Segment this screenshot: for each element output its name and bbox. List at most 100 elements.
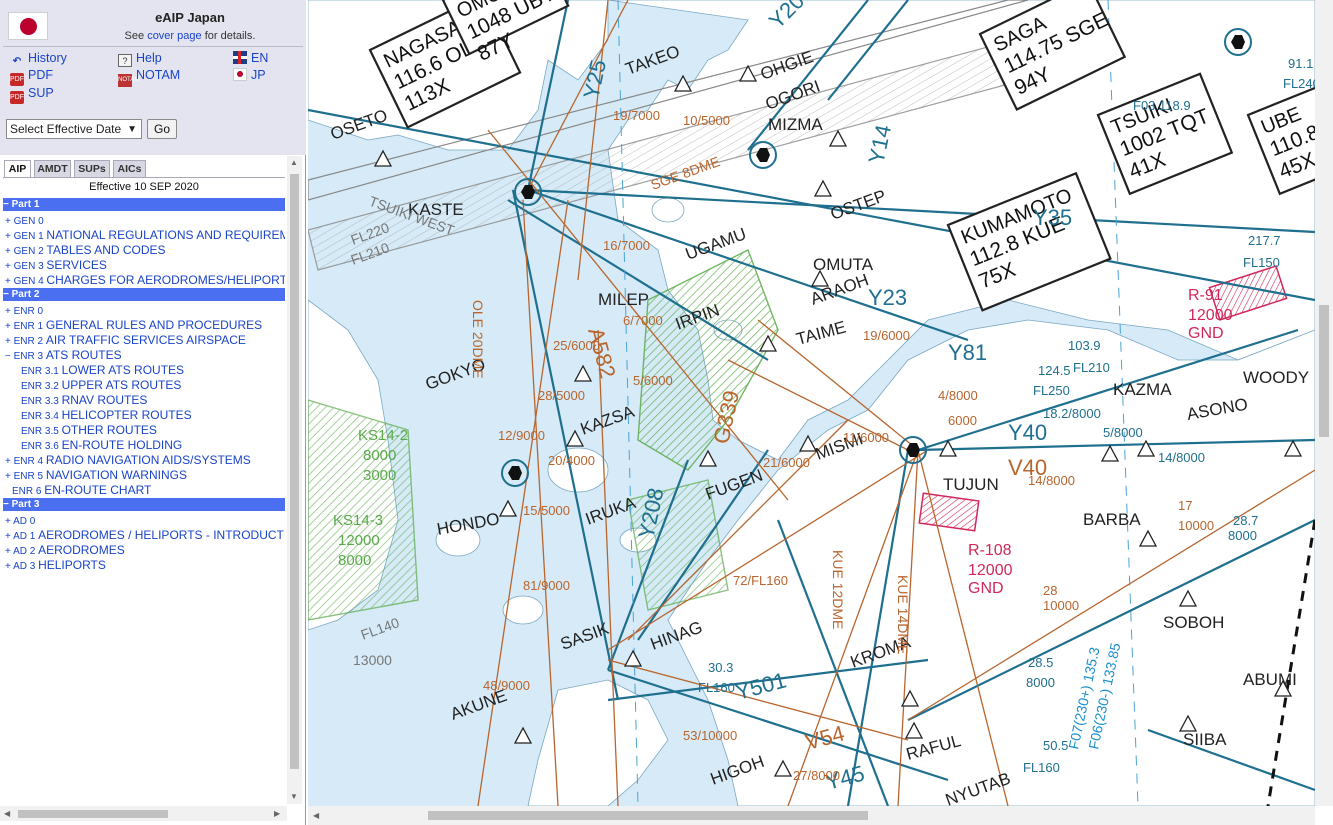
scroll-thumb[interactable]	[428, 811, 868, 820]
sidebar-vertical-scrollbar[interactable]: ▲ ▼	[287, 156, 302, 804]
tab-sups[interactable]: SUPs	[74, 160, 110, 177]
route-label-blue: 8000	[1228, 528, 1257, 543]
toc-item[interactable]: + GEN 0	[3, 213, 285, 228]
toc-item[interactable]: + AD 0	[3, 513, 285, 528]
military-alt: 12000	[338, 532, 380, 549]
notam-link[interactable]: NOTAMNOTAM	[118, 67, 180, 87]
english-link[interactable]: EN	[233, 50, 268, 66]
toc-item[interactable]: + ENR 1 GENERAL RULES AND PROCEDURES	[3, 318, 285, 333]
toc-item-label: NATIONAL REGULATIONS AND REQUIREMENTS	[46, 228, 285, 242]
toc-item[interactable]: ENR 3.6 EN-ROUTE HOLDING	[3, 438, 285, 453]
toc-item[interactable]: + ENR 4 RADIO NAVIGATION AIDS/SYSTEMS	[3, 453, 285, 468]
help-link[interactable]: ? Help	[118, 50, 162, 67]
toc-item-label: CHARGES FOR AERODROMES/HELIPORTS	[46, 273, 285, 287]
sidebar-horizontal-scrollbar[interactable]: ◀ ▶	[0, 806, 287, 821]
chart-horizontal-scrollbar[interactable]: ◀	[308, 806, 1315, 825]
sidebar: eAIP Japan See cover page for details. ↶…	[0, 0, 306, 825]
fix-name: SOBOH	[1163, 613, 1224, 632]
toc-item-code: ENR 3.3	[21, 396, 62, 407]
scroll-thumb[interactable]	[290, 174, 299, 769]
toc-part-header[interactable]: − Part 2	[3, 288, 285, 301]
toc-item-label: NAVIGATION WARNINGS	[45, 468, 187, 482]
enroute-chart[interactable]: NAGASAKI116.6 OLE113XSAGA114.75 SGE94YTS…	[308, 0, 1315, 806]
cover-page-link[interactable]: cover page	[147, 30, 201, 42]
scroll-thumb[interactable]	[1319, 305, 1329, 437]
toc-item-label: EN-ROUTE HOLDING	[61, 438, 183, 452]
route-label-brown: 28/5000	[538, 388, 585, 403]
cover-note: See cover page for details.	[80, 30, 300, 42]
divider	[3, 46, 303, 47]
toc-item[interactable]: ENR 3.1 LOWER ATS ROUTES	[3, 363, 285, 378]
toc-item-label: OTHER ROUTES	[61, 423, 157, 437]
toc-item[interactable]: + ENR 5 NAVIGATION WARNINGS	[3, 468, 285, 483]
restricted-alt: 12000	[968, 562, 1013, 579]
scroll-down-icon[interactable]: ▼	[290, 792, 298, 801]
toc-item[interactable]: ENR 3.5 OTHER ROUTES	[3, 423, 285, 438]
toc-item[interactable]: + ENR 0	[3, 303, 285, 318]
tab-amdt[interactable]: AMDT	[34, 160, 71, 177]
route-label-blue: 18.2/8000	[1043, 406, 1101, 421]
toc-item[interactable]: + AD 1 AERODROMES / HELIPORTS - INTRODUC…	[3, 528, 285, 543]
scroll-left-icon[interactable]: ◀	[4, 809, 10, 818]
toc-item[interactable]: + AD 2 AERODROMES	[3, 543, 285, 558]
route-label-brown: 15/5000	[523, 503, 570, 518]
sup-link[interactable]: PDF SUP	[10, 85, 54, 104]
island	[651, 197, 685, 223]
toc-item[interactable]: − ENR 3 ATS ROUTES	[3, 348, 285, 363]
toc-item-label: AERODROMES / HELIPORTS - INTRODUCTION	[38, 528, 285, 542]
route-label-blue: FL240	[1283, 76, 1315, 91]
route-label-blue: 30.3	[708, 660, 733, 675]
toc-item[interactable]: ENR 3.3 RNAV ROUTES	[3, 393, 285, 408]
chart-vertical-scrollbar[interactable]	[1315, 0, 1333, 806]
chart-note: 13000	[353, 652, 392, 668]
notam-icon: NOTAM	[118, 74, 139, 87]
route-label-blue: 28.5	[1028, 655, 1053, 670]
toc-item-label: AIR TRAFFIC SERVICES AIRSPACE	[45, 333, 246, 347]
toc-item-code: ENR 3.4	[21, 411, 62, 422]
toc-item[interactable]: + ENR 2 AIR TRAFFIC SERVICES AIRSPACE	[3, 333, 285, 348]
toc-item-label: EN-ROUTE CHART	[44, 483, 152, 497]
toc-item[interactable]: + GEN 2 TABLES AND CODES	[3, 243, 285, 258]
toc-part-header[interactable]: − Part 3	[3, 498, 285, 511]
toc-item[interactable]: + GEN 3 SERVICES	[3, 258, 285, 273]
route-label-brown: 20/4000	[548, 453, 595, 468]
toc-item[interactable]: + GEN 4 CHARGES FOR AERODROMES/HELIPORTS	[3, 273, 285, 288]
japanese-link[interactable]: JP	[233, 67, 266, 83]
route-label-blue: 28.7	[1233, 513, 1258, 528]
route-label-blue: 8000	[1026, 675, 1055, 690]
toc-item[interactable]: + AD 3 HELIPORTS	[3, 558, 285, 573]
toc-item[interactable]: ENR 3.4 HELICOPTER ROUTES	[3, 408, 285, 423]
restricted-id: R-91	[1188, 287, 1223, 304]
pdf-label: PDF	[28, 68, 53, 82]
toc-item-label: UPPER ATS ROUTES	[61, 378, 182, 392]
scroll-thumb[interactable]	[18, 810, 168, 818]
route-designator: Y35	[1033, 205, 1072, 230]
toc-item[interactable]: ENR 6 EN-ROUTE CHART	[3, 483, 285, 498]
toc-item-label: RNAV ROUTES	[61, 393, 148, 407]
history-label: History	[28, 51, 67, 65]
toc-item-code: + AD 3	[5, 561, 39, 572]
effective-date-select[interactable]: Select Effective Date ▼	[6, 119, 142, 139]
scroll-left-icon[interactable]: ◀	[313, 811, 319, 820]
toc-item[interactable]: + GEN 1 NATIONAL REGULATIONS AND REQUIRE…	[3, 228, 285, 243]
effective-date-value: Select Effective Date	[10, 122, 122, 136]
toc-item[interactable]: ENR 3.2 UPPER ATS ROUTES	[3, 378, 285, 393]
toc-item-label: TABLES AND CODES	[46, 243, 166, 257]
toc-part-header[interactable]: − Part 1	[3, 198, 285, 211]
route-label-brown: 14/8000	[1028, 473, 1075, 488]
cover-prefix: See	[124, 30, 145, 42]
toc-item-code: + GEN 2	[5, 246, 47, 257]
route-label-brown: 10/5000	[683, 113, 730, 128]
tab-aics[interactable]: AICs	[113, 160, 146, 177]
tab-aip[interactable]: AIP	[4, 160, 31, 177]
go-button[interactable]: Go	[147, 119, 177, 139]
enroute-chart-viewer[interactable]: NAGASAKI 116.6 OLE 113X SAGA 114.75 SGE 94Y TS…	[308, 0, 1333, 825]
route-label-blue: FL160	[698, 680, 735, 695]
scroll-right-icon[interactable]: ▶	[274, 809, 280, 818]
pdf-link[interactable]: PDF PDF	[10, 67, 53, 86]
route-label-brown: 27/8000	[793, 768, 840, 783]
route-label-brown: 10000	[1043, 598, 1079, 613]
japan-flag-small-icon	[233, 68, 247, 81]
scroll-up-icon[interactable]: ▲	[290, 158, 298, 167]
history-link[interactable]: ↶ History	[10, 50, 67, 67]
